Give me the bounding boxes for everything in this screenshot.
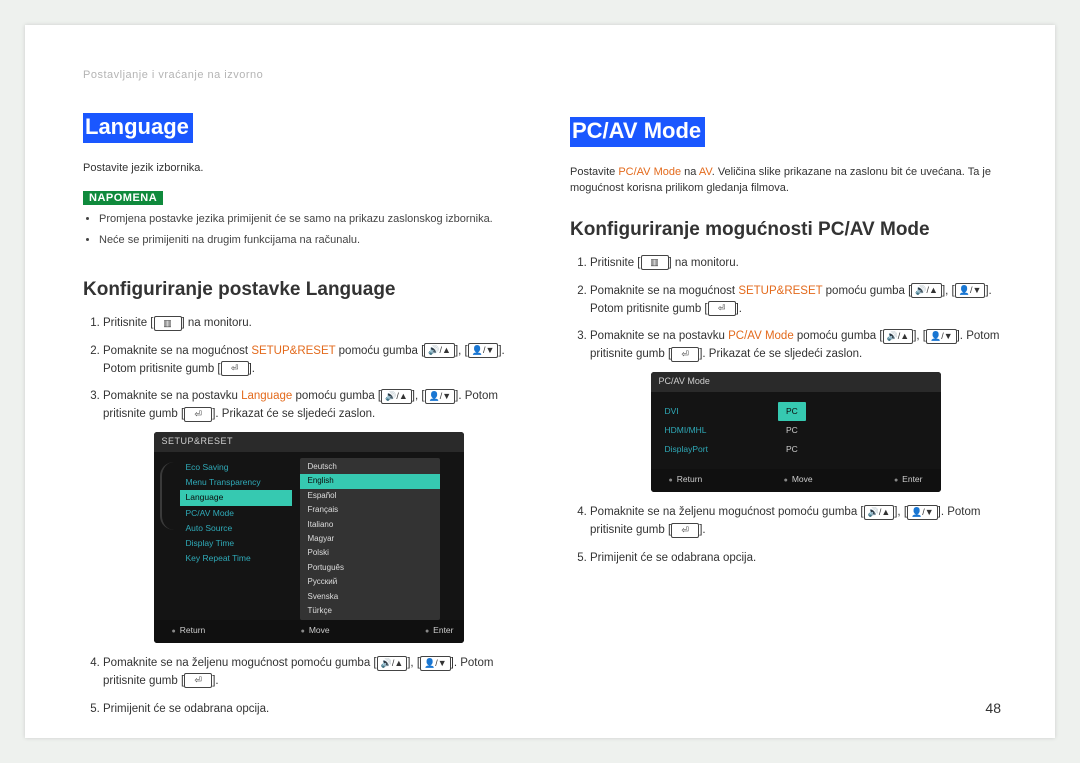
step: Pomaknite se na postavku PC/AV Mode pomo… [590,328,1001,492]
menu-icon [641,255,669,270]
enter-icon [671,523,699,538]
step: Primijenit će se odabrana opcija. [590,550,1001,568]
osd-enter: Enter [425,624,454,638]
osd-language-item: Português [300,561,440,575]
vol-up-icon [883,329,914,344]
osd-value-item: PC [778,402,806,421]
osd-return: Return [669,473,703,487]
osd-values: PCPCPC [778,402,806,460]
enter-icon [671,347,699,362]
osd-language-item: Magyar [300,532,440,546]
user-down-icon [907,505,938,520]
user-down-icon [955,283,986,298]
step: Pomaknite se na željenu mogućnost pomoću… [103,655,514,691]
osd-menu-item: Menu Transparency [180,475,292,490]
osd-menu-list: Eco SavingMenu TransparencyLanguagePC/AV… [180,458,292,620]
step: Pomaknite se na željenu mogućnost pomoću… [590,504,1001,540]
step: Pomaknite se na postavku Language pomoću… [103,388,514,643]
osd-pcav-mode: PC/AV Mode DVIHDMI/MHLDisplayPort PCPCPC… [651,372,941,492]
steps-left: Pritisnite [] na monitoru. Pomaknite se … [83,315,514,719]
osd-label-item: DVI [665,402,708,421]
osd-menu-item: PC/AV Mode [180,506,292,521]
vol-up-icon [864,505,895,520]
osd-title: SETUP&RESET [154,432,464,452]
osd-footer: Return Move Enter [651,469,941,492]
heading-language: Language [83,113,193,143]
osd-language-list: DeutschEnglishEspañolFrançaisItalianoMag… [300,458,440,620]
user-down-icon [420,656,451,671]
note-item: Promjena postavke jezika primijenit će s… [99,211,514,228]
osd-title: PC/AV Mode [651,372,941,392]
vol-up-icon [911,283,942,298]
steps-right: Pritisnite [] na monitoru. Pomaknite se … [570,255,1001,568]
step: Primijenit će se odabrana opcija. [103,701,514,719]
step: Pomaknite se na mogućnost SETUP&RESET po… [103,343,514,379]
vol-up-icon [377,656,408,671]
enter-icon [184,407,212,422]
osd-setup-reset: SETUP&RESET Eco SavingMenu TransparencyL… [154,432,464,643]
subheading-left: Konfiguriranje postavke Language [83,269,514,301]
note-item: Neće se primijeniti na drugim funkcijama… [99,232,514,249]
osd-footer: Return Move Enter [154,620,464,643]
user-down-icon [926,329,957,344]
osd-value-item: PC [778,421,806,440]
osd-return: Return [172,624,206,638]
osd-value-item: PC [778,440,806,459]
osd-language-item: English [300,474,440,488]
left-column: Postavljanje i vraćanje na izvorno Langu… [83,69,514,729]
osd-move: Move [784,473,813,487]
user-down-icon [425,389,456,404]
intro-right: Postavite PC/AV Mode na AV. Veličina sli… [570,165,1001,197]
vol-up-icon [381,389,412,404]
vol-up-icon [424,343,455,358]
user-down-icon [468,343,499,358]
enter-icon [708,301,736,316]
osd-language-item: Français [300,503,440,517]
osd-curve [160,462,174,530]
heading-pcav: PC/AV Mode [570,117,705,147]
osd-menu-item: Display Time [180,536,292,551]
osd-language-item: Deutsch [300,460,440,474]
enter-icon [184,673,212,688]
note-badge: NAPOMENA [83,191,163,205]
osd-label-item: HDMI/MHL [665,421,708,440]
manual-page: Postavljanje i vraćanje na izvorno Langu… [25,25,1055,738]
intro-left: Postavite jezik izbornika. [83,161,514,177]
page-number: 48 [985,700,1001,716]
osd-menu-item: Auto Source [180,521,292,536]
osd-menu-item: Key Repeat Time [180,551,292,566]
osd-menu-item: Language [180,490,292,505]
osd-language-item: Türkçe [300,604,440,618]
osd-enter: Enter [894,473,923,487]
menu-icon [154,316,182,331]
enter-icon [221,361,249,376]
osd-language-item: Русский [300,575,440,589]
subheading-right: Konfiguriranje mogućnosti PC/AV Mode [570,209,1001,241]
right-column: PC/AV Mode Postavite PC/AV Mode na AV. V… [570,69,1001,729]
note-list: Promjena postavke jezika primijenit će s… [83,211,514,249]
osd-language-item: Español [300,489,440,503]
osd-menu-item: Eco Saving [180,460,292,475]
osd-label-item: DisplayPort [665,440,708,459]
osd-language-item: Polski [300,546,440,560]
osd-language-item: Svenska [300,590,440,604]
osd-move: Move [301,624,330,638]
step: Pritisnite [] na monitoru. [103,315,514,333]
osd-language-item: Italiano [300,518,440,532]
step: Pritisnite [] na monitoru. [590,255,1001,273]
step: Pomaknite se na mogućnost SETUP&RESET po… [590,283,1001,319]
breadcrumb: Postavljanje i vraćanje na izvorno [83,69,514,81]
osd-labels: DVIHDMI/MHLDisplayPort [665,402,708,460]
